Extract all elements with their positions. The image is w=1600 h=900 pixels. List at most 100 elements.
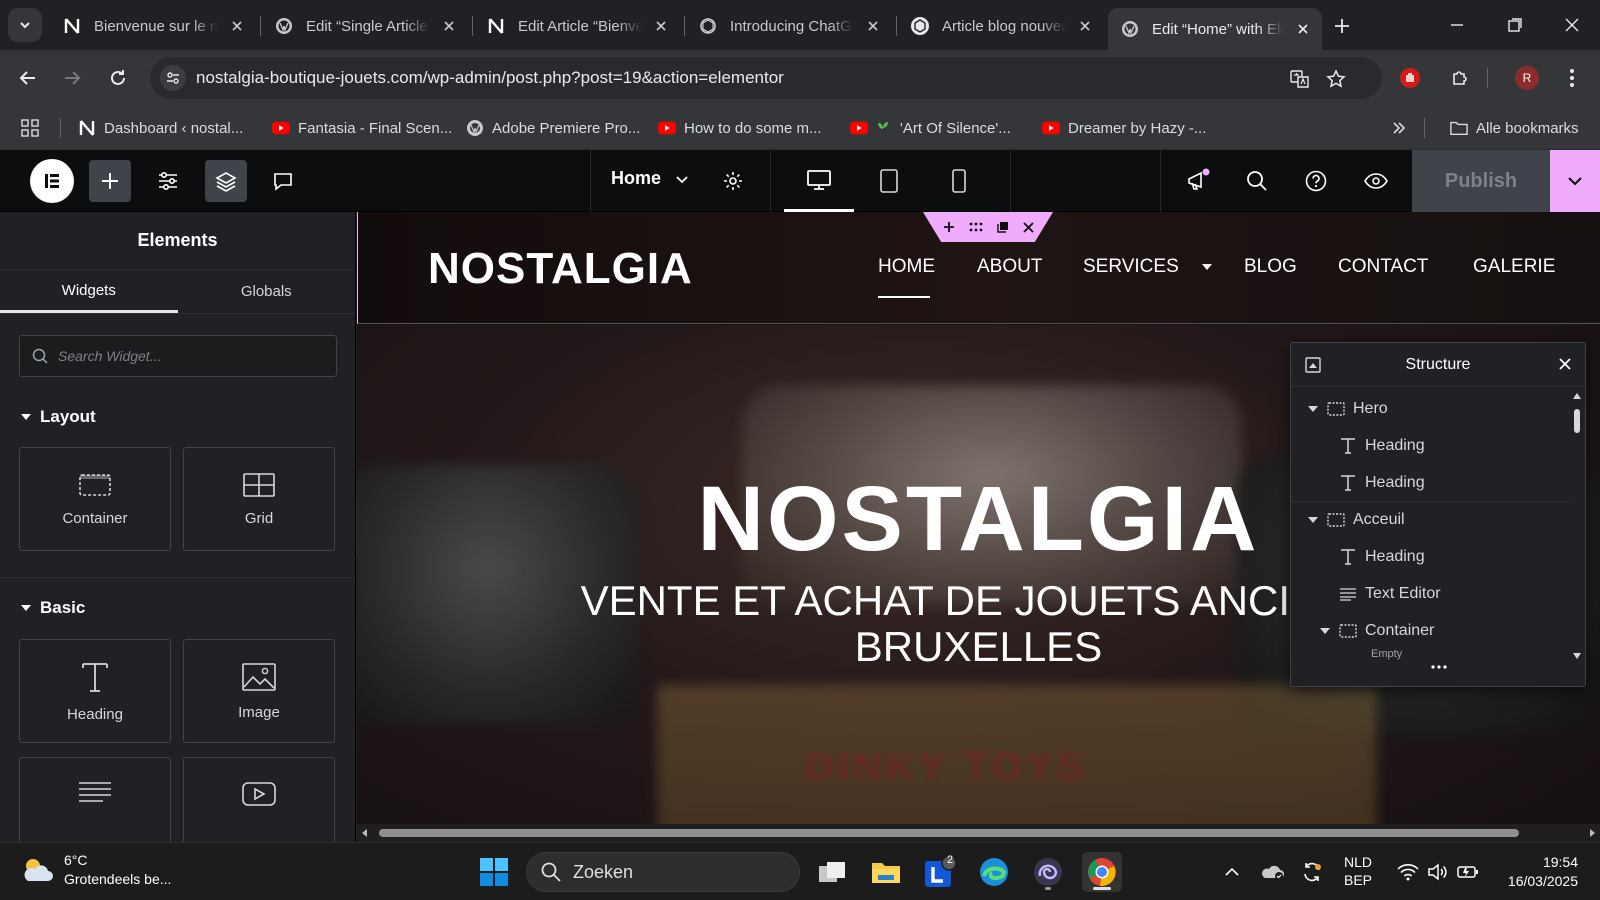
- close-icon[interactable]: [652, 17, 670, 35]
- page-selector[interactable]: Home: [611, 168, 689, 189]
- task-view-button[interactable]: [812, 852, 852, 892]
- search-widget-input[interactable]: [58, 348, 308, 364]
- help-button[interactable]: [1295, 160, 1337, 202]
- apps-grid-icon[interactable]: [20, 116, 40, 140]
- comments-button[interactable]: [262, 160, 304, 202]
- nav-contact[interactable]: CONTACT: [1338, 256, 1428, 278]
- structure-button[interactable]: [205, 160, 247, 202]
- scroll-left-icon[interactable]: [361, 828, 369, 838]
- structure-item-heading[interactable]: Heading: [1291, 464, 1569, 501]
- url-text[interactable]: nostalgia-boutique-jouets.com/wp-admin/p…: [196, 68, 784, 88]
- more-dots-icon[interactable]: [1431, 665, 1447, 669]
- structure-item-acceuil[interactable]: Acceuil: [1291, 501, 1569, 538]
- structure-scrollbar[interactable]: [1571, 387, 1583, 667]
- publish-button[interactable]: Publish: [1412, 150, 1550, 212]
- nav-galerie[interactable]: GALERIE: [1473, 256, 1555, 278]
- caret-down-icon[interactable]: [1307, 516, 1319, 524]
- close-window-button[interactable]: [1557, 10, 1587, 40]
- preview-button[interactable]: [1355, 160, 1397, 202]
- duplicate-icon[interactable]: [996, 221, 1009, 233]
- tab-globals[interactable]: Globals: [178, 270, 356, 313]
- nav-services[interactable]: SERVICES: [1083, 256, 1213, 278]
- widget-search[interactable]: [19, 335, 337, 377]
- system-clock[interactable]: 19:54 16/03/2025: [1490, 853, 1578, 891]
- browser-tab[interactable]: Edit “Single Article”: [262, 8, 468, 44]
- nav-home[interactable]: HOME: [878, 256, 935, 278]
- structure-item-heading[interactable]: Heading: [1291, 538, 1569, 575]
- extension-red-hand-icon[interactable]: [1396, 64, 1424, 92]
- section-handle[interactable]: [923, 212, 1053, 242]
- reload-button[interactable]: [104, 64, 132, 92]
- close-icon[interactable]: [864, 17, 882, 35]
- bookmark-item[interactable]: 'Art Of Silence'...: [850, 116, 1011, 140]
- whats-new-button[interactable]: [1177, 160, 1219, 202]
- bookmark-item[interactable]: Dreamer by Hazy -...: [1042, 116, 1206, 140]
- desktop-view-button[interactable]: [784, 150, 854, 212]
- structure-item-hero[interactable]: Hero: [1291, 390, 1569, 427]
- wifi-icon[interactable]: [1396, 860, 1420, 884]
- tablet-view-button[interactable]: [854, 150, 924, 212]
- drag-handle-icon[interactable]: [969, 222, 983, 232]
- tray-overflow-icon[interactable]: [1220, 860, 1244, 884]
- tab-search-button[interactable]: [8, 8, 42, 42]
- translate-icon[interactable]: [1288, 67, 1312, 91]
- widget-container[interactable]: Container: [19, 447, 171, 551]
- bookmark-item[interactable]: Adobe Premiere Pro...: [466, 116, 640, 140]
- app-l-button[interactable]: 2: [920, 852, 960, 892]
- extensions-puzzle-icon[interactable]: [1446, 64, 1474, 92]
- star-icon[interactable]: [1324, 67, 1348, 91]
- site-header[interactable]: NOSTALGIA HOME ABOUT SERVICES BLOG CONTA…: [357, 212, 1600, 324]
- elementor-logo-button[interactable]: [30, 159, 74, 203]
- profile-avatar[interactable]: R: [1515, 66, 1539, 90]
- new-tab-button[interactable]: [1328, 12, 1356, 40]
- onedrive-icon[interactable]: [1260, 860, 1284, 884]
- site-info-button[interactable]: [160, 65, 186, 91]
- back-button[interactable]: [14, 64, 42, 92]
- scroll-right-icon[interactable]: [1588, 828, 1596, 838]
- caret-down-icon[interactable]: [1307, 405, 1319, 413]
- scrollbar-thumb[interactable]: [379, 829, 1519, 837]
- browser-tab-active[interactable]: Edit “Home” with Elementor: [1108, 8, 1322, 50]
- site-logo[interactable]: NOSTALGIA: [428, 244, 693, 294]
- add-element-button[interactable]: [89, 160, 131, 202]
- bookmark-item[interactable]: How to do some m...: [658, 116, 822, 140]
- close-icon[interactable]: [1294, 20, 1312, 38]
- structure-item-container[interactable]: Container: [1291, 612, 1569, 649]
- browser-tab[interactable]: Introducing ChatGPT: [686, 8, 892, 44]
- browser-tab[interactable]: Edit Article “Bienvenue: [474, 8, 680, 44]
- all-bookmarks-button[interactable]: Alle bookmarks: [1450, 116, 1579, 140]
- finder-button[interactable]: [1236, 160, 1278, 202]
- tab-widgets[interactable]: Widgets: [0, 270, 178, 313]
- caret-down-icon[interactable]: [1319, 627, 1331, 635]
- weather-widget[interactable]: 6°C Grotendeels be...: [20, 851, 171, 889]
- taskbar-search[interactable]: Zoeken: [526, 852, 800, 892]
- page-settings-button[interactable]: [712, 160, 754, 202]
- basic-section-toggle[interactable]: Basic: [20, 598, 85, 618]
- bookmark-item[interactable]: Fantasia - Final Scen...: [272, 116, 452, 140]
- bookmark-item[interactable]: Dashboard ‹ nostal...: [78, 116, 243, 140]
- browser-tab[interactable]: Article blog nouveau: [898, 8, 1104, 44]
- address-bar[interactable]: nostalgia-boutique-jouets.com/wp-admin/p…: [150, 57, 1382, 99]
- widget-video[interactable]: [183, 757, 335, 842]
- nav-about[interactable]: ABOUT: [977, 256, 1042, 278]
- widget-text-editor[interactable]: [19, 757, 171, 842]
- input-language-indicator[interactable]: NLD BEP: [1344, 853, 1372, 889]
- dock-panel-icon[interactable]: [1305, 357, 1321, 373]
- widget-image[interactable]: Image: [183, 639, 335, 743]
- mobile-view-button[interactable]: [924, 150, 994, 212]
- layout-section-toggle[interactable]: Layout: [20, 407, 96, 427]
- site-settings-button[interactable]: [147, 160, 189, 202]
- publish-options-button[interactable]: [1550, 150, 1600, 212]
- edge-browser-button[interactable]: [974, 852, 1014, 892]
- minimize-button[interactable]: [1442, 10, 1472, 40]
- sync-icon[interactable]: [1300, 860, 1324, 884]
- structure-item-empty[interactable]: Empty: [1291, 648, 1569, 662]
- file-explorer-button[interactable]: [866, 852, 906, 892]
- menu-dots-icon[interactable]: [1558, 64, 1586, 92]
- forward-button[interactable]: [58, 64, 86, 92]
- close-icon[interactable]: [1559, 358, 1571, 370]
- widget-heading[interactable]: Heading: [19, 639, 171, 743]
- close-icon[interactable]: [440, 17, 458, 35]
- canvas-horizontal-scrollbar[interactable]: [357, 824, 1600, 842]
- close-icon[interactable]: [1022, 221, 1034, 233]
